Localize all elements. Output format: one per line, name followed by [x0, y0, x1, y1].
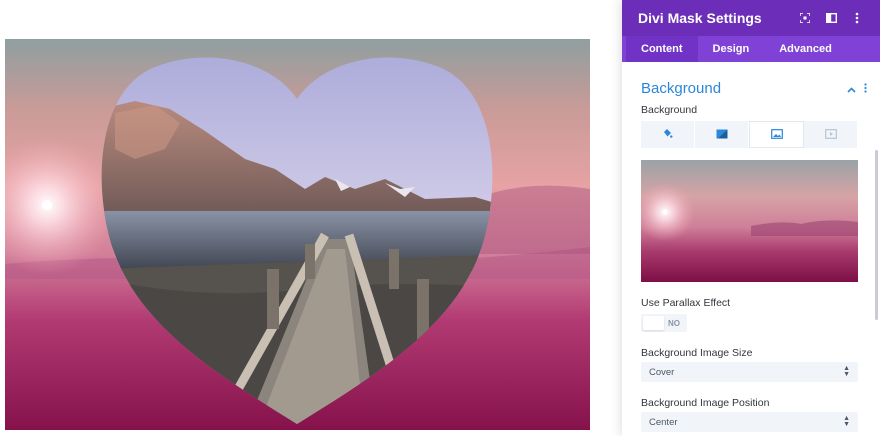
- image-icon: [770, 126, 783, 144]
- background-type-image[interactable]: [749, 121, 804, 148]
- columns-icon[interactable]: [818, 7, 844, 29]
- section-header-background[interactable]: Background: [622, 62, 880, 102]
- panel-scrollbar[interactable]: [875, 150, 878, 320]
- more-vertical-icon[interactable]: [844, 7, 870, 29]
- tab-content[interactable]: Content: [626, 36, 698, 62]
- panel-header: Divi Mask Settings: [622, 0, 880, 36]
- background-image-thumbnail[interactable]: [641, 160, 858, 282]
- toggle-state: NO: [668, 318, 680, 328]
- panel-title: Divi Mask Settings: [638, 10, 762, 26]
- background-type-video[interactable]: [804, 121, 858, 148]
- background-label: Background: [641, 104, 698, 116]
- image-position-value: Center: [649, 416, 678, 428]
- background-type-selector: [641, 121, 858, 148]
- toggle-knob: [643, 316, 664, 330]
- settings-panel: Divi Mask Settings Content Design Advanc…: [622, 0, 880, 436]
- thumbnail-artwork: [641, 160, 858, 282]
- image-position-select[interactable]: Center ▲ ▼: [641, 412, 858, 432]
- image-size-value: Cover: [649, 366, 675, 378]
- chevron-up-icon[interactable]: [844, 82, 858, 96]
- section-title: Background: [641, 80, 722, 97]
- select-arrows-icon: ▲ ▼: [843, 415, 850, 428]
- preview-artwork: [5, 39, 590, 430]
- builder-canvas: [0, 0, 620, 436]
- video-icon: [824, 126, 837, 144]
- heart-mask-preview[interactable]: [5, 39, 590, 430]
- parallax-toggle[interactable]: NO: [641, 314, 687, 332]
- tab-design[interactable]: Design: [698, 36, 765, 62]
- image-size-select[interactable]: Cover ▲ ▼: [641, 362, 858, 382]
- section-more-vertical-icon[interactable]: [860, 82, 870, 96]
- parallax-label: Use Parallax Effect: [641, 297, 731, 309]
- paint-bucket-icon: [662, 126, 673, 144]
- select-arrows-icon: ▲ ▼: [843, 365, 850, 378]
- panel-tabs: Content Design Advanced: [622, 36, 880, 62]
- panel-body: Background Background Use Parallax Effec…: [622, 62, 880, 436]
- image-size-label: Background Image Size: [641, 347, 753, 359]
- image-position-label: Background Image Position: [641, 397, 770, 409]
- focus-icon[interactable]: [792, 7, 818, 29]
- tab-advanced[interactable]: Advanced: [764, 36, 847, 62]
- gradient-icon: [716, 126, 728, 144]
- background-type-gradient[interactable]: [695, 121, 749, 148]
- background-type-color[interactable]: [641, 121, 695, 148]
